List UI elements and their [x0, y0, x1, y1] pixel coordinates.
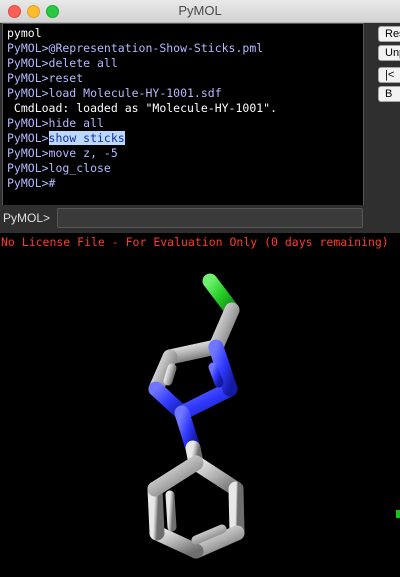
molecule-viewer[interactable]: No License File - For Evaluation Only (0…: [0, 233, 400, 577]
carbon-bond: [165, 490, 177, 532]
nitrogen-bond: [174, 381, 238, 421]
window-title: PyMOL: [178, 3, 222, 18]
console-line: pymol: [7, 26, 42, 40]
console-line: PyMOL>#: [7, 176, 56, 190]
edge-indicator: [396, 510, 400, 518]
console-line: CmdLoad: loaded as "Molecule-HY-1001".: [7, 101, 278, 115]
console-selection: show sticks: [48, 131, 125, 145]
console-line: PyMOL>load Molecule-HY-1001.sdf: [7, 86, 222, 100]
console-line: PyMOL>@Representation-Show-Sticks.pml: [7, 41, 264, 55]
reset-button[interactable]: Res: [378, 26, 400, 42]
unpick-button[interactable]: Unp: [378, 45, 400, 61]
b-button[interactable]: B: [378, 86, 400, 102]
console-line: PyMOL>reset: [7, 71, 84, 85]
nitrogen-bond: [208, 362, 224, 388]
carbon-bond: [147, 455, 204, 497]
molecule-render: [147, 273, 245, 559]
console-prompt: PyMOL>: [7, 131, 49, 145]
console-line: PyMOL>hide all: [7, 116, 104, 130]
console-line: PyMOL>delete all: [7, 56, 118, 70]
console-output[interactable]: pymol PyMOL>@Representation-Show-Sticks.…: [2, 23, 364, 224]
console-line: PyMOL>move z, -5: [7, 146, 118, 160]
console-line: PyMOL>log_close: [7, 161, 111, 175]
command-bar: PyMOL>: [0, 205, 400, 233]
rewind-button[interactable]: |<: [378, 67, 400, 83]
command-input[interactable]: [57, 208, 363, 228]
window-titlebar: PyMOL: [0, 0, 400, 23]
console-line-selected: PyMOL>show sticks: [7, 131, 363, 146]
command-prompt-label: PyMOL>: [3, 211, 51, 225]
carbon-bond: [163, 363, 177, 386]
upper-panel: pymol PyMOL>@Representation-Show-Sticks.…: [0, 23, 400, 233]
